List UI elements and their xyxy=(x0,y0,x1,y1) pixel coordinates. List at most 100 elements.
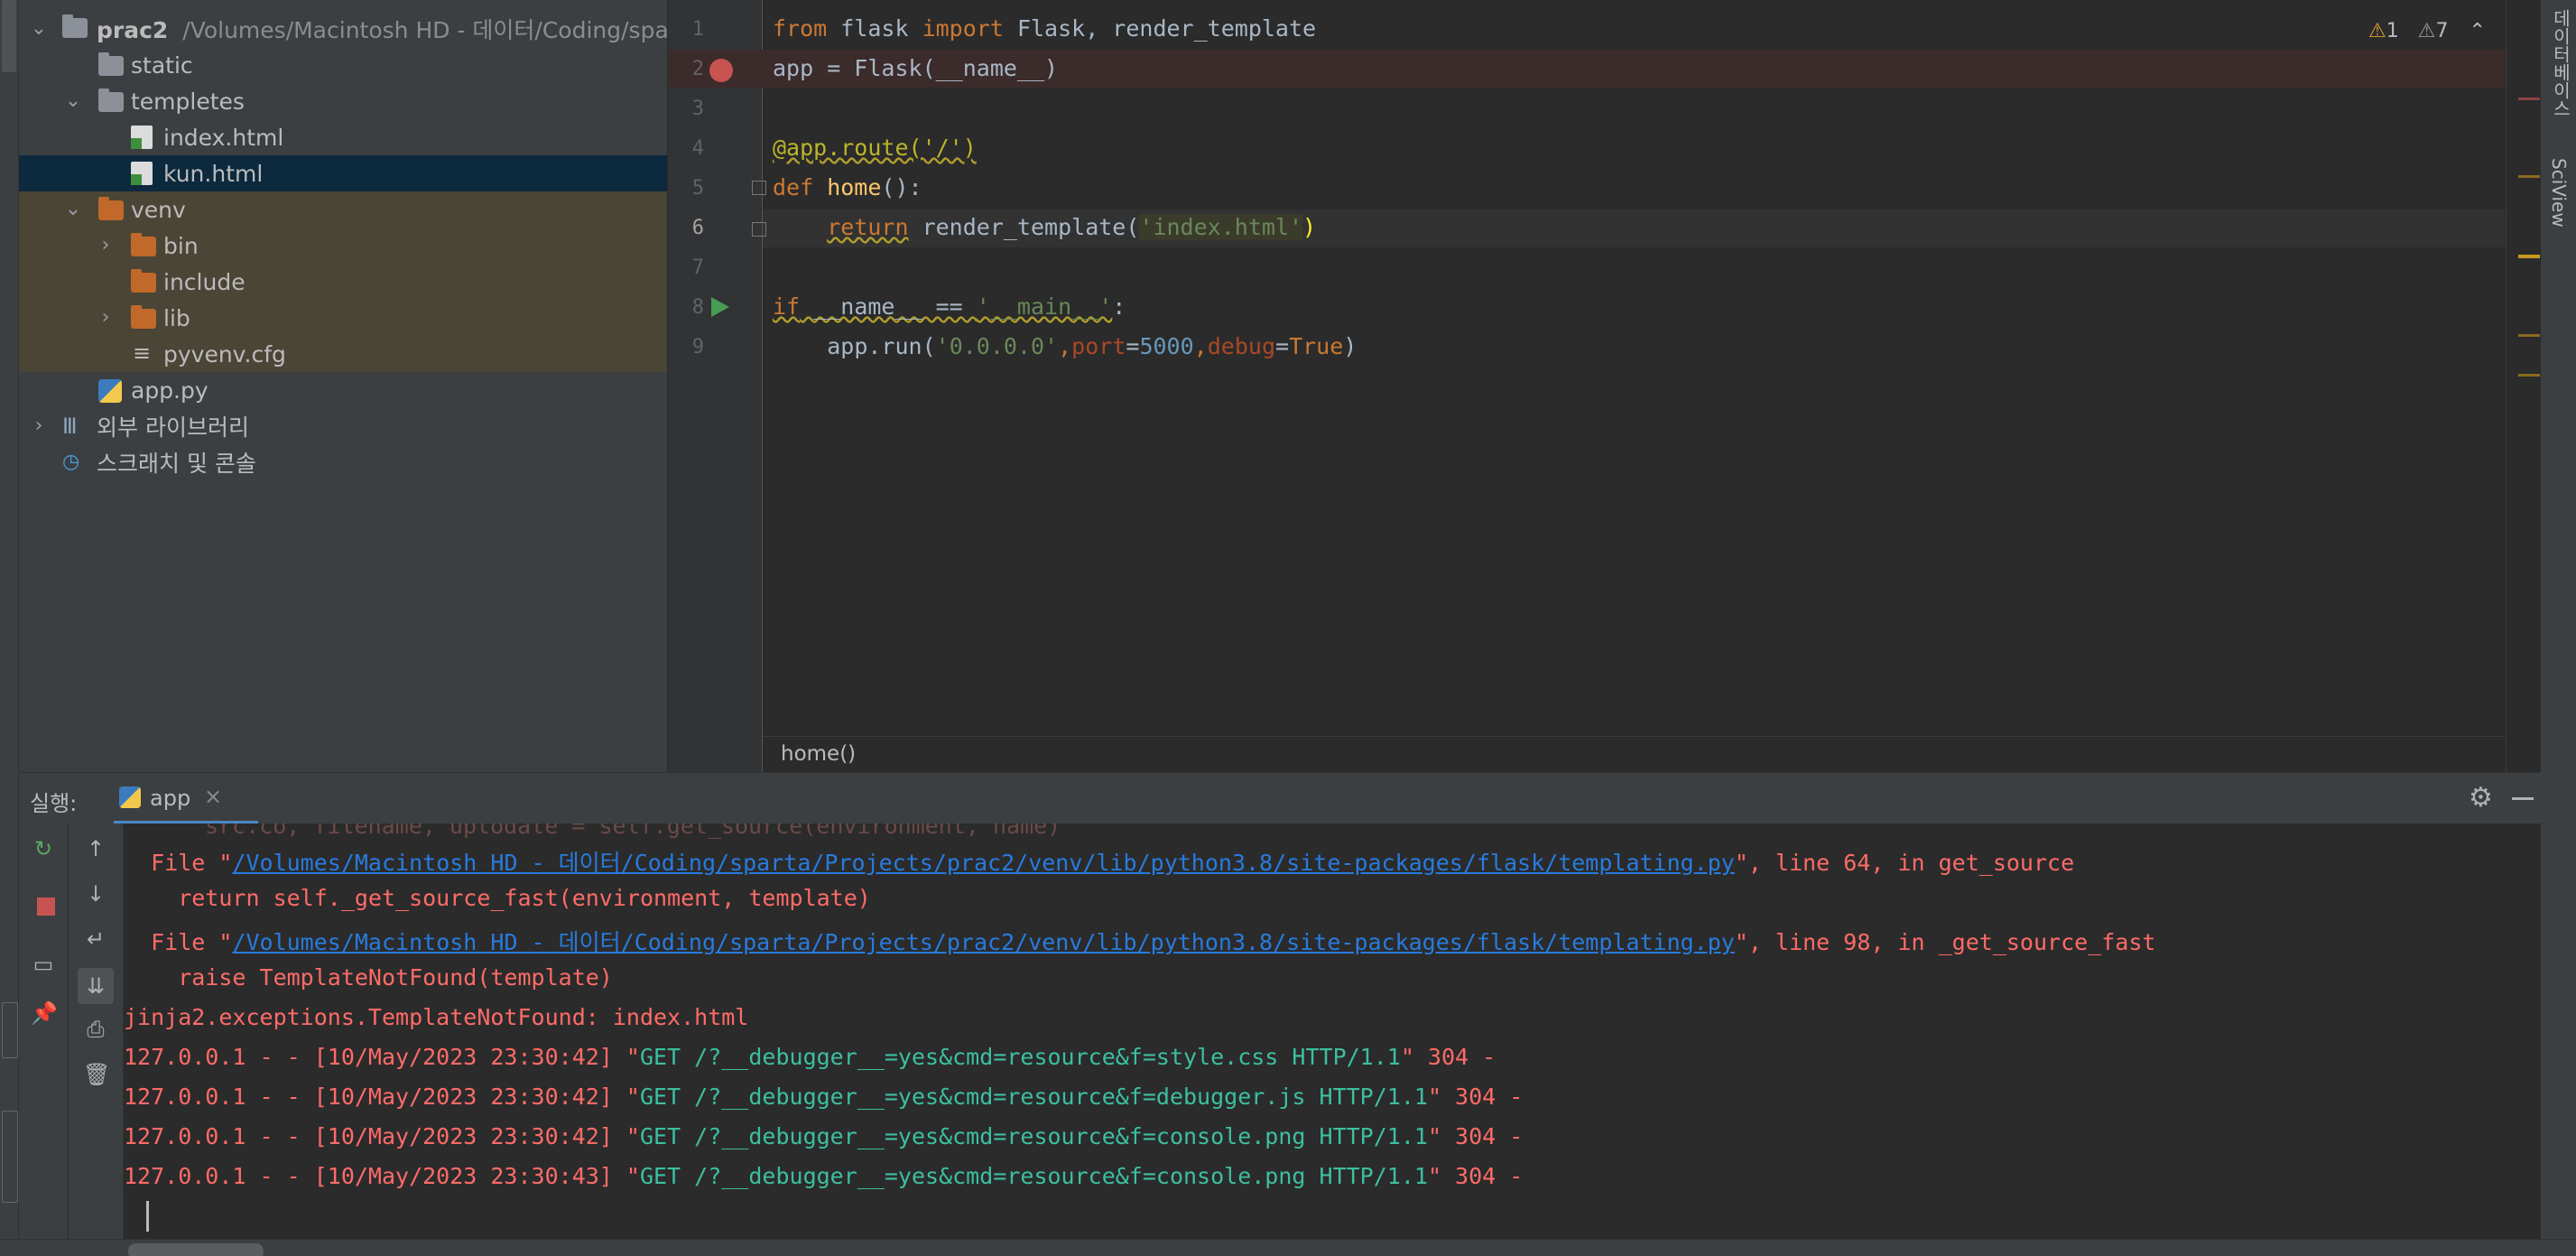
structure-tool-tab[interactable] xyxy=(2,1002,18,1058)
console-log-line: 127.0.0.1 - - [10/May/2023 23:30:42] "GE… xyxy=(124,1123,1523,1149)
chevron-down-icon[interactable]: ⌄ xyxy=(62,90,84,112)
breakpoint-icon[interactable] xyxy=(709,59,733,82)
editor-breadcrumb[interactable]: home() xyxy=(763,736,2505,773)
code-token: ) xyxy=(1343,333,1357,359)
rerun-icon[interactable]: ↻ xyxy=(31,836,56,861)
close-icon[interactable]: × xyxy=(204,784,222,809)
tree-item-kun-html[interactable]: kun.html xyxy=(19,155,667,191)
console-text: 127.0.0.1 - - [10/May/2023 23:30:42] " xyxy=(124,1044,640,1070)
code-token: home xyxy=(813,174,882,200)
console-text: " 304 - xyxy=(1427,1123,1524,1149)
chevron-down-icon[interactable]: ⌄ xyxy=(62,199,84,220)
code-token: if xyxy=(773,293,801,320)
database-tool-tab[interactable]: 데이터베이스 xyxy=(2548,9,2574,117)
project-root-path: /Volumes/Macintosh HD - 데이터/Coding/spar xyxy=(182,17,667,43)
code-line-1: from flask import Flask, render_template xyxy=(773,15,1316,42)
tree-item-lib[interactable]: › lib xyxy=(19,300,667,336)
fold-icon[interactable] xyxy=(752,222,766,237)
code-token: , xyxy=(1058,333,1072,359)
down-arrow-icon[interactable]: ↓ xyxy=(83,881,108,907)
up-arrow-icon[interactable]: ↑ xyxy=(83,836,108,861)
tree-item-external-libraries[interactable]: › Ⅲ 외부 라이브러리 xyxy=(19,408,667,444)
stop-icon[interactable] xyxy=(37,898,55,916)
tree-item-static[interactable]: static xyxy=(19,47,667,83)
code-line-9: app.run('0.0.0.0',port=5000,debug=True) xyxy=(773,333,1357,359)
pin-icon[interactable]: 📌 xyxy=(31,1000,58,1026)
console-text: " 304 - xyxy=(1427,1084,1524,1110)
line-number: 4 xyxy=(691,137,704,160)
tree-item-bin[interactable]: › bin xyxy=(19,228,667,264)
tree-item-label: kun.html xyxy=(163,160,264,187)
project-root-name: prac2 xyxy=(97,17,169,43)
run-tab-app[interactable]: app × xyxy=(114,773,258,823)
tree-item-include[interactable]: include xyxy=(19,264,667,300)
console-text: ", line 64, in get_source xyxy=(1734,850,2075,876)
scroll-end-icon[interactable]: ⇊ xyxy=(78,968,114,1004)
code-token: True xyxy=(1289,333,1344,359)
error-mark[interactable] xyxy=(2518,98,2540,100)
gear-icon[interactable]: ⚙ xyxy=(2469,782,2493,814)
code-token: app.run( xyxy=(827,333,936,359)
minimize-icon[interactable] xyxy=(2512,797,2534,800)
python-file-icon xyxy=(119,786,141,808)
layout-icon[interactable]: ▭ xyxy=(31,952,56,977)
code-token: : xyxy=(1112,293,1126,320)
code-editor[interactable] xyxy=(763,0,2505,736)
trash-icon[interactable]: 🗑 xyxy=(83,1062,110,1087)
breadcrumb-label[interactable]: home() xyxy=(781,742,856,766)
code-token: @app.route('/') xyxy=(773,135,977,161)
tree-item-app-py[interactable]: app.py xyxy=(19,372,667,408)
code-token: 'index.html' xyxy=(1139,214,1303,240)
code-token: from xyxy=(773,15,828,42)
console-request: GET /?__debugger__=yes&cmd=resource&f=de… xyxy=(639,1084,1428,1110)
line-number: 9 xyxy=(691,336,704,358)
tree-item-pyvenv-cfg[interactable]: ≡ pyvenv.cfg xyxy=(19,336,667,372)
run-gutter-icon[interactable] xyxy=(711,297,729,317)
tree-item-label: app.py xyxy=(131,377,208,404)
console-traceback-file: File "/Volumes/Macintosh HD - 데이터/Coding… xyxy=(124,845,2074,878)
run-tab-label: app xyxy=(150,786,191,811)
fold-icon[interactable] xyxy=(752,181,766,195)
warning-mark[interactable] xyxy=(2518,175,2540,178)
tree-item-venv[interactable]: ⌄ venv xyxy=(19,191,667,228)
error-stripe[interactable] xyxy=(2506,0,2541,772)
console-traceback-code: return self._get_source_fast(environment… xyxy=(124,885,871,911)
chevron-right-icon[interactable]: › xyxy=(28,415,50,437)
print-icon[interactable]: ⎙ xyxy=(83,1017,108,1042)
run-console[interactable]: src.co, filename, uptodate = self.get_so… xyxy=(124,823,2541,1239)
previous-highlight-icon[interactable]: ⌃ xyxy=(2469,20,2485,42)
code-token: '0.0.0.0' xyxy=(935,333,1059,359)
code-token: = xyxy=(1275,333,1290,359)
left-tool-strip xyxy=(0,0,19,1255)
console-partial-line: src.co, filename, uptodate = self.get_so… xyxy=(205,823,1061,839)
warning-mark[interactable] xyxy=(2518,334,2540,337)
line-number: 8 xyxy=(691,296,704,319)
console-file-link[interactable]: /Volumes/Macintosh HD - 데이터/Coding/spart… xyxy=(232,850,1734,876)
sciview-tool-tab[interactable]: SciView xyxy=(2548,158,2570,228)
soft-wrap-icon[interactable]: ↵ xyxy=(83,926,108,952)
tree-item-label: static xyxy=(131,51,193,79)
tree-item-scratches[interactable]: ◷ 스크래치 및 콘솔 xyxy=(19,444,667,480)
tree-item-index-html[interactable]: index.html xyxy=(19,119,667,155)
tree-item-templetes[interactable]: ⌄ templetes xyxy=(19,83,667,119)
tree-item-label: lib xyxy=(163,304,190,331)
chevron-right-icon[interactable]: › xyxy=(95,235,116,256)
chevron-right-icon[interactable]: › xyxy=(95,307,116,329)
console-request: GET /?__debugger__=yes&cmd=resource&f=co… xyxy=(639,1123,1428,1149)
tree-item-prac2[interactable]: ⌄ prac2 /Volumes/Macintosh HD - 데이터/Codi… xyxy=(19,11,667,47)
bookmarks-tool-tab[interactable] xyxy=(2,1111,18,1203)
console-text: File " xyxy=(124,850,233,876)
warning-mark[interactable] xyxy=(2518,374,2540,377)
tree-item-label: pyvenv.cfg xyxy=(163,340,286,367)
chevron-down-icon[interactable]: ⌄ xyxy=(28,18,50,40)
active-tool-window-button[interactable] xyxy=(128,1243,264,1256)
warning-mark[interactable] xyxy=(2518,255,2540,258)
console-file-link[interactable]: /Volumes/Macintosh HD - 데이터/Coding/spart… xyxy=(232,929,1734,955)
tree-item-label: bin xyxy=(163,232,199,259)
python-file-icon xyxy=(98,379,122,403)
tree-item-label: venv xyxy=(131,196,186,223)
inspection-widget[interactable]: ⚠1 ⚠7 ⌃ ⌄ xyxy=(2368,20,2519,42)
project-tool-tab[interactable] xyxy=(2,0,16,72)
console-log-line: 127.0.0.1 - - [10/May/2023 23:30:42] "GE… xyxy=(124,1084,1523,1110)
config-file-icon: ≡ xyxy=(133,340,152,366)
